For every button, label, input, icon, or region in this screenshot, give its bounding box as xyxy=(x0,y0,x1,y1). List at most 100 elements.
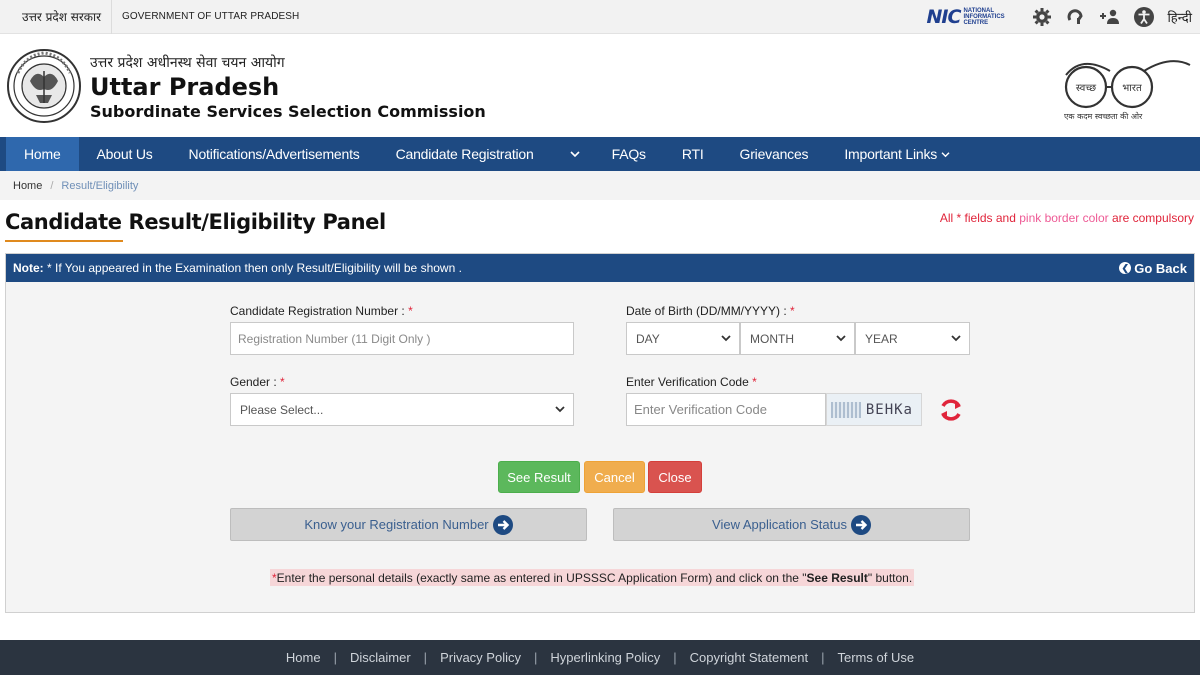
footer-link-copyright-statement[interactable]: Copyright Statement xyxy=(690,650,809,665)
nav-item-home[interactable]: Home xyxy=(6,137,79,171)
site-footer: Home | Disclaimer | Privacy Policy | Hyperl… xyxy=(0,640,1200,675)
footer-link-disclaimer[interactable]: Disclaimer xyxy=(350,650,411,665)
required-mark: * xyxy=(790,304,795,318)
dob-label-text: Date of Birth (DD/MM/YYYY) : xyxy=(626,304,791,318)
swachh-right-text: भारत xyxy=(1122,83,1142,94)
arrow-right-circle-icon xyxy=(850,514,871,535)
go-back-label: Go Back xyxy=(1134,260,1187,276)
footer-separator: | xyxy=(423,650,428,665)
captcha-image: BEHKa xyxy=(826,393,922,426)
dob-day-select[interactable]: DAY xyxy=(626,322,740,355)
add-user-icon[interactable] xyxy=(1099,6,1121,28)
breadcrumb-separator: / xyxy=(50,179,54,192)
footer-link-hyperlinking-policy[interactable]: Hyperlinking Policy xyxy=(550,650,660,665)
compulsory-prefix: All * fields and xyxy=(939,211,1020,225)
instruction-note: * Enter the personal details (exactly sa… xyxy=(270,569,915,586)
captcha-text: BEHKa xyxy=(865,401,913,418)
captcha-noise xyxy=(831,402,861,418)
commission-name-english: Uttar Pradesh xyxy=(90,73,280,101)
footer-separator: | xyxy=(673,650,677,665)
close-button[interactable]: Close xyxy=(648,461,702,493)
know-registration-number-label: Know your Registration Number xyxy=(304,517,489,532)
compulsory-suffix: are compulsory xyxy=(1108,211,1194,225)
verification-code-input[interactable]: Enter Verification Code xyxy=(626,393,826,426)
registration-number-label-text: Candidate Registration Number : xyxy=(230,304,409,318)
hint-text-1: Enter the personal details (exactly same… xyxy=(276,570,807,585)
see-result-button[interactable]: See Result xyxy=(498,461,580,493)
state-name-hindi: उत्तर प्रदेश सरकार xyxy=(22,10,102,24)
dob-year-select[interactable]: YEAR xyxy=(855,322,970,355)
settings-gear-icon[interactable] xyxy=(1031,6,1053,28)
view-application-status-label: View Application Status xyxy=(712,517,847,532)
compulsory-note: All * fields and pink border color are c… xyxy=(940,211,1194,225)
footer-link-terms-of-use[interactable]: Terms of Use xyxy=(838,650,915,665)
verification-code-label-text: Enter Verification Code xyxy=(626,375,753,389)
footer-link-home[interactable]: Home xyxy=(286,650,321,665)
cancel-button[interactable]: Cancel xyxy=(584,461,645,493)
nav-item-notifications[interactable]: Notifications/Advertisements xyxy=(171,137,378,171)
nic-mark: NIC xyxy=(926,6,962,28)
nav-item-faqs[interactable]: FAQs xyxy=(594,137,664,171)
breadcrumb: Home / Result/Eligibility xyxy=(0,171,1200,200)
nav-item-important-links-label: Important Links xyxy=(844,146,938,162)
refresh-captcha-icon[interactable] xyxy=(938,397,964,423)
footer-separator: | xyxy=(333,650,337,665)
back-arrow-icon: ❮ xyxy=(1119,262,1132,274)
registration-number-input[interactable]: Registration Number (11 Digit Only ) xyxy=(230,322,574,355)
nav-item-candidate-registration[interactable]: Candidate Registration xyxy=(378,137,552,171)
dob-day-value: DAY xyxy=(636,331,660,346)
commission-subtitle: Subordinate Services Selection Commissio… xyxy=(90,102,486,121)
hint-bold: See Result xyxy=(806,570,868,585)
divider xyxy=(111,0,113,34)
main-nav: Home About Us Notifications/Advertisemen… xyxy=(0,137,1200,171)
gender-label: Gender : * xyxy=(230,375,285,389)
result-panel: Note: * If You appeared in the Examinati… xyxy=(5,253,1195,613)
utility-bar: NIC NATIONAL INFORMATICS CENTRE हिन्दी xyxy=(927,0,1192,34)
nic-logo[interactable]: NIC NATIONAL INFORMATICS CENTRE xyxy=(927,6,1012,28)
title-underline xyxy=(5,240,123,242)
note-label: Note: xyxy=(13,261,44,275)
chevron-down-icon xyxy=(570,151,580,158)
chevron-down-icon xyxy=(951,335,961,342)
arrow-right-circle-icon xyxy=(492,514,513,535)
chevron-down-icon xyxy=(555,406,565,413)
gender-select[interactable]: Please Select... xyxy=(230,393,574,426)
registration-number-label: Candidate Registration Number : * xyxy=(230,304,413,318)
compulsory-pink: pink border color xyxy=(1019,211,1109,225)
chevron-down-icon xyxy=(836,335,846,342)
language-toggle[interactable]: हिन्दी xyxy=(1167,8,1192,26)
state-name-english: GOVERNMENT OF UTTAR PRADESH xyxy=(122,11,300,22)
required-mark: * xyxy=(280,375,285,389)
swachh-bharat-logo: स्वच्छ भारत एक कदम स्वच्छता की ओर xyxy=(1060,51,1194,123)
upsssc-emblem-icon[interactable] xyxy=(6,43,82,129)
verification-code-label: Enter Verification Code * xyxy=(626,375,757,389)
note-text: * If You appeared in the Examination the… xyxy=(43,261,462,275)
screen-reader-icon[interactable] xyxy=(1065,6,1087,28)
site-header: उत्तर प्रदेश अधीनस्थ सेवा चयन आयोग Uttar… xyxy=(0,35,1200,137)
chevron-down-icon xyxy=(721,335,731,342)
nav-item-rti[interactable]: RTI xyxy=(664,137,722,171)
nav-item-important-links[interactable]: Important Links xyxy=(826,137,968,171)
know-registration-number-button[interactable]: Know your Registration Number xyxy=(230,508,587,541)
required-mark: * xyxy=(408,304,413,318)
view-application-status-button[interactable]: View Application Status xyxy=(613,508,970,541)
breadcrumb-home[interactable]: Home xyxy=(13,180,42,192)
nav-item-about-us[interactable]: About Us xyxy=(79,137,171,171)
chevron-down-icon xyxy=(941,151,950,157)
dob-label: Date of Birth (DD/MM/YYYY) : * xyxy=(626,304,795,318)
footer-link-privacy-policy[interactable]: Privacy Policy xyxy=(440,650,521,665)
dob-month-select[interactable]: MONTH xyxy=(740,322,855,355)
swachh-left-text: स्वच्छ xyxy=(1076,83,1096,94)
footer-separator: | xyxy=(821,650,825,665)
page-title: Candidate Result/Eligibility Panel xyxy=(5,210,386,234)
accessibility-icon[interactable] xyxy=(1133,6,1155,28)
swachh-tagline: एक कदम स्वच्छता की ओर xyxy=(1064,111,1143,121)
hint-text-2: " button. xyxy=(867,570,913,585)
gender-value: Please Select... xyxy=(240,402,324,417)
nic-text: NATIONAL INFORMATICS CENTRE xyxy=(963,8,1005,26)
nav-dropdown-toggle[interactable] xyxy=(552,137,594,171)
panel-header: Note: * If You appeared in the Examinati… xyxy=(6,254,1194,282)
nav-item-grievances[interactable]: Grievances xyxy=(722,137,827,171)
go-back-button[interactable]: ❮ Go Back xyxy=(1119,254,1187,282)
dob-month-value: MONTH xyxy=(750,331,794,346)
